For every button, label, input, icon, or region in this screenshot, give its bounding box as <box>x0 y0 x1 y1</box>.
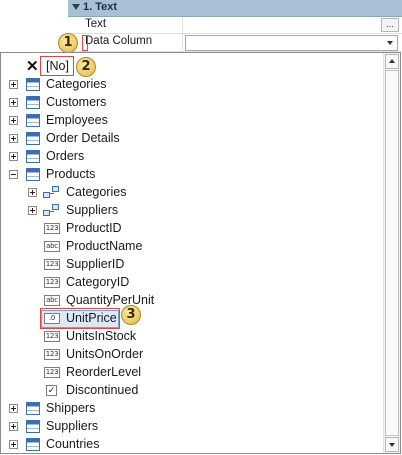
tree-item-field-unitsinstock[interactable]: 123 UnitsInStock <box>1 328 381 346</box>
tree-item-label: Suppliers <box>46 419 99 433</box>
arrow-down-icon <box>389 443 395 447</box>
property-label-text: Text <box>85 18 107 30</box>
tree-item-label: Order Details <box>46 131 120 145</box>
tree-item-label: Categories <box>46 77 107 91</box>
highlight-box-unitprice <box>40 308 120 329</box>
property-group-header[interactable]: 1. Text <box>68 0 402 17</box>
callout-3: 3 <box>121 305 141 325</box>
tree-item-field-categoryid[interactable]: 123 CategoryID <box>1 274 381 292</box>
expand-plus-icon[interactable] <box>28 206 37 215</box>
string-field-icon: abc <box>44 241 60 252</box>
expand-plus-icon[interactable] <box>28 188 37 197</box>
table-icon <box>26 168 40 181</box>
column-separator <box>182 17 183 34</box>
scroll-up-button[interactable] <box>385 54 399 69</box>
expand-plus-icon[interactable] <box>9 422 18 431</box>
tree-item-relation-suppliers[interactable]: Suppliers <box>1 202 381 220</box>
boolean-field-icon: ✓ <box>46 385 57 396</box>
table-icon <box>26 150 40 163</box>
number-field-icon: 123 <box>44 349 60 360</box>
column-separator <box>182 34 183 51</box>
highlight-box-label <box>82 35 88 51</box>
tree-item-field-supplierid[interactable]: 123 SupplierID <box>1 256 381 274</box>
tree-item-relation-categories[interactable]: Categories <box>1 184 381 202</box>
tree-item-label: Orders <box>46 149 85 163</box>
vertical-scrollbar[interactable] <box>383 53 400 453</box>
table-icon <box>26 132 40 145</box>
property-label-data-column: Data Column <box>85 35 153 47</box>
scrollbar-thumb[interactable] <box>385 70 399 436</box>
collapse-minus-icon[interactable] <box>9 170 18 179</box>
table-icon <box>26 114 40 127</box>
callout-2: 2 <box>76 57 96 77</box>
tree-item-label: Suppliers <box>66 203 119 217</box>
tree-item-label: UnitsInStock <box>66 329 137 343</box>
tree-item-table-suppliers[interactable]: Suppliers <box>1 418 381 436</box>
tree-item-field-unitsonorder[interactable]: 123 UnitsOnOrder <box>1 346 381 364</box>
tree-item-table-countries[interactable]: Countries <box>1 436 381 454</box>
dropdown-arrow-icon[interactable] <box>387 41 393 45</box>
tree-item-table-customers[interactable]: Customers <box>1 94 381 112</box>
tree-item-label: Shippers <box>46 401 96 415</box>
tree-item-label: ProductName <box>66 239 143 253</box>
tree-item-label: ProductID <box>66 221 122 235</box>
property-row-data-column[interactable]: Data Column <box>68 34 402 52</box>
relation-icon <box>43 204 60 217</box>
data-column-combobox[interactable] <box>185 35 398 51</box>
tree-item-label: CategoryID <box>66 275 130 289</box>
callout-1: 1 <box>58 33 78 53</box>
tree-item-field-productid[interactable]: 123 ProductID <box>1 220 381 238</box>
tree-item-table-orders[interactable]: Orders <box>1 148 381 166</box>
tree-item-table-order-details[interactable]: Order Details <box>1 130 381 148</box>
close-icon: ✕ <box>26 58 39 75</box>
number-field-icon: 123 <box>44 223 60 234</box>
number-field-icon: 123 <box>44 331 60 342</box>
relation-icon <box>43 186 60 199</box>
collapse-chevron-icon[interactable] <box>72 4 80 10</box>
group-title: 1. Text <box>83 1 118 13</box>
table-icon <box>26 402 40 415</box>
tree-item-field-reorderlevel[interactable]: 123 ReorderLevel <box>1 364 381 382</box>
tree-item-label: QuantityPerUnit <box>66 293 155 307</box>
tree-item-label: Categories <box>66 185 127 199</box>
tree-item-table-employees[interactable]: Employees <box>1 112 381 130</box>
expand-plus-icon[interactable] <box>9 152 18 161</box>
table-icon <box>26 96 40 109</box>
tree-item-label: Customers <box>46 95 107 109</box>
tree-item-table-shippers[interactable]: Shippers <box>1 400 381 418</box>
number-field-icon: 123 <box>44 277 60 288</box>
expand-plus-icon[interactable] <box>9 98 18 107</box>
tree-item-label: Products <box>46 167 96 181</box>
tree-item-label: Countries <box>46 437 100 451</box>
tree-item-field-productname[interactable]: abc ProductName <box>1 238 381 256</box>
expand-plus-icon[interactable] <box>9 134 18 143</box>
table-icon <box>26 438 40 451</box>
table-icon <box>26 78 40 91</box>
expand-plus-icon[interactable] <box>9 404 18 413</box>
expand-plus-icon[interactable] <box>9 116 18 125</box>
highlight-box-none <box>40 56 74 76</box>
tree-item-label: ReorderLevel <box>66 365 142 379</box>
property-row-text[interactable]: Text ... <box>68 17 402 34</box>
arrow-up-icon <box>389 59 395 63</box>
tree-item-table-categories[interactable]: Categories <box>1 76 381 94</box>
table-icon <box>26 420 40 433</box>
number-field-icon: 123 <box>44 367 60 378</box>
tree-item-table-products[interactable]: Products <box>1 166 381 184</box>
string-field-icon: abc <box>44 295 60 306</box>
expand-plus-icon[interactable] <box>9 80 18 89</box>
number-field-icon: 123 <box>44 259 60 270</box>
tree-item-label: UnitsOnOrder <box>66 347 144 361</box>
tree-item-field-discontinued[interactable]: ✓ Discontinued <box>1 382 381 400</box>
scroll-down-button[interactable] <box>385 437 399 452</box>
ellipsis-button[interactable]: ... <box>381 18 399 32</box>
tree-item-label: Discontinued <box>66 383 139 397</box>
expand-plus-icon[interactable] <box>9 440 18 449</box>
data-column-dropdown[interactable]: ✕ [No] Categories Customers Employees Or… <box>0 52 401 454</box>
tree-item-label: Employees <box>46 113 108 127</box>
tree-item-label: SupplierID <box>66 257 125 271</box>
